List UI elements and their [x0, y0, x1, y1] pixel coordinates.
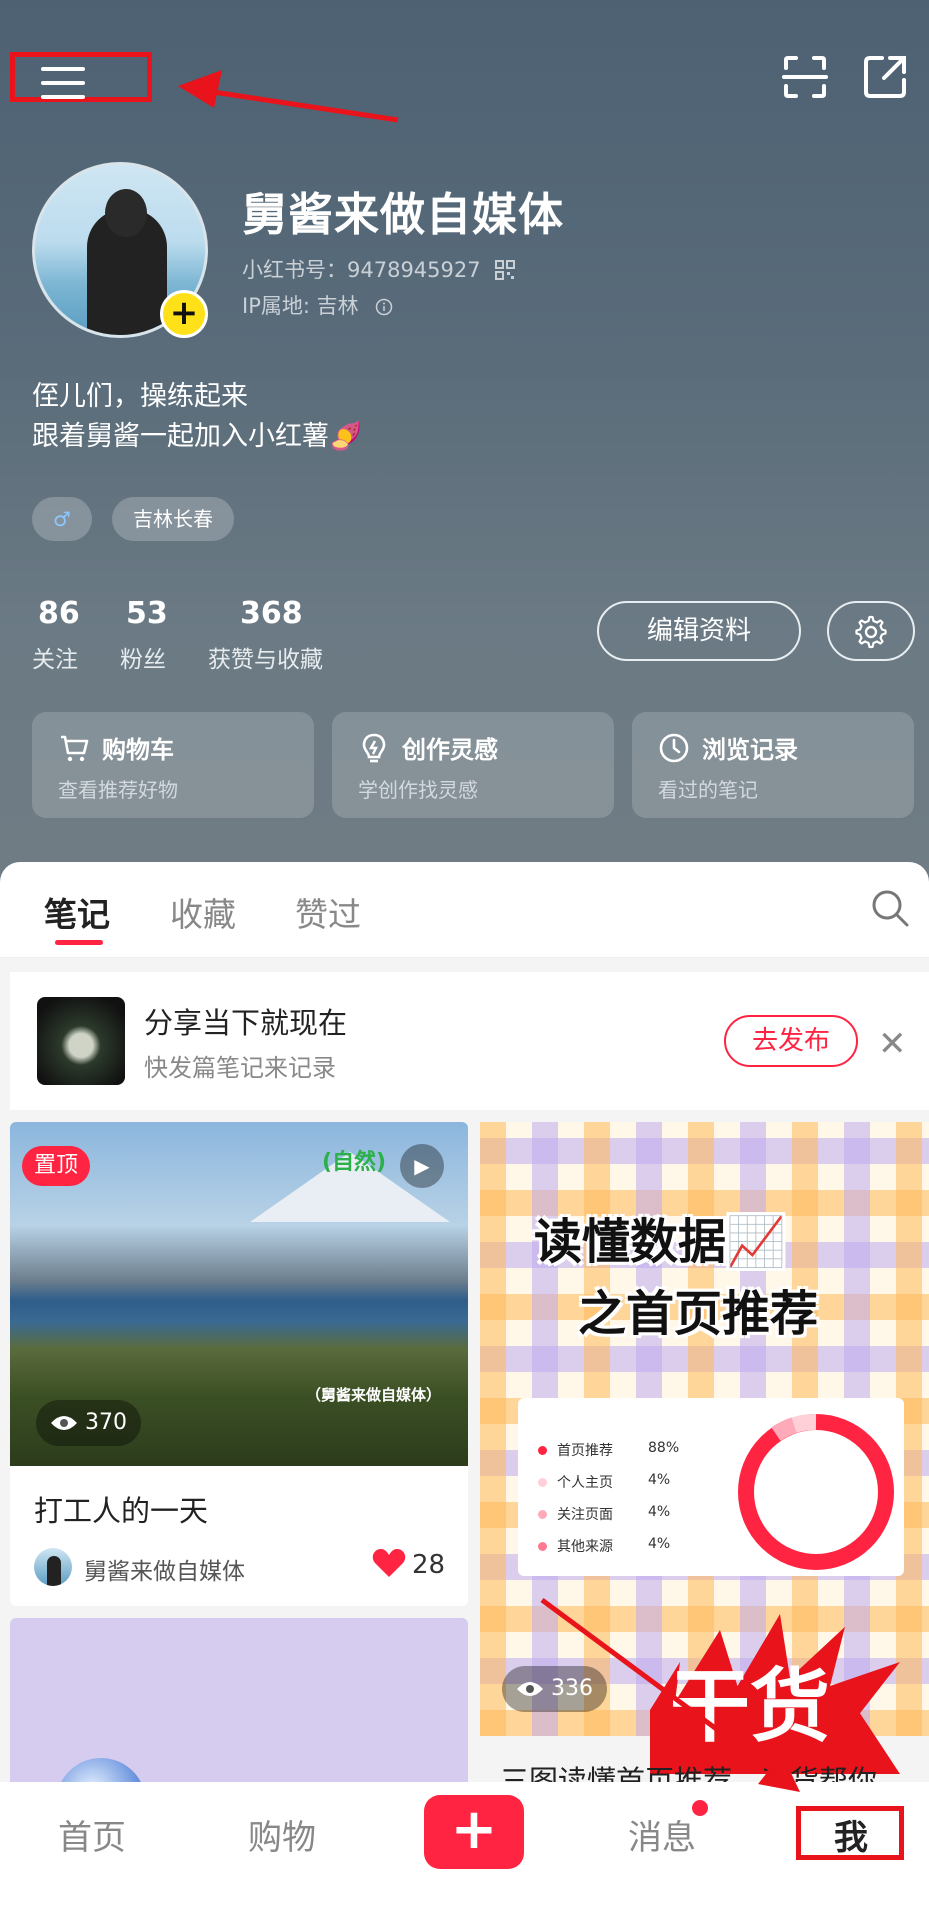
- qrcode-icon[interactable]: [495, 260, 516, 280]
- legend-row: 个人主页 4%: [538, 1472, 670, 1492]
- quick-link-subtitle: 看过的笔记: [658, 778, 758, 802]
- author-avatar: [34, 1548, 72, 1586]
- legend-label: 关注页面: [557, 1507, 613, 1523]
- nav-messages[interactable]: 消息: [628, 1810, 696, 1859]
- quick-link-cart[interactable]: 购物车 查看推荐好物: [32, 712, 314, 818]
- quick-link-inspiration[interactable]: 创作灵感 学创作找灵感: [332, 712, 614, 818]
- location-tag: 吉林长春: [112, 497, 234, 541]
- eye-icon: [51, 1416, 77, 1430]
- publish-button[interactable]: 去发布: [724, 1015, 858, 1067]
- views-badge: 370: [36, 1400, 141, 1446]
- cover-caption: （舅酱来做自媒体）: [306, 1386, 442, 1404]
- clock-icon: [659, 733, 689, 763]
- quick-link-title: 购物车: [102, 736, 174, 764]
- note-title: 打工人的一天: [34, 1494, 209, 1528]
- bio-line-1: 侄儿们，操练起来: [32, 381, 248, 412]
- followers-count[interactable]: 53: [126, 596, 168, 631]
- pinned-badge: 置顶: [22, 1146, 91, 1186]
- views-count: 336: [551, 1676, 593, 1701]
- cart-icon: [61, 735, 89, 762]
- edit-profile-button[interactable]: 编辑资料: [597, 601, 801, 661]
- play-icon: ▶: [400, 1144, 444, 1188]
- legend-row: 关注页面 4%: [538, 1504, 670, 1524]
- likes-collects-label[interactable]: 获赞与收藏: [208, 640, 323, 674]
- username: 舅酱来做自媒体: [242, 188, 565, 241]
- note-card-1[interactable]: (自然) （舅酱来做自媒体）: [10, 1122, 468, 1606]
- legend-row: 首页推荐 88%: [538, 1440, 679, 1460]
- like-count: 28: [412, 1550, 446, 1580]
- nav-home[interactable]: 首页: [58, 1810, 126, 1859]
- legend-label: 首页推荐: [557, 1443, 613, 1459]
- following-count[interactable]: 86: [38, 596, 80, 631]
- views-count: 370: [85, 1410, 127, 1435]
- bulb-icon: [362, 733, 386, 763]
- search-icon[interactable]: [870, 888, 910, 928]
- legend-pct: 4%: [648, 1536, 671, 1552]
- heart-icon[interactable]: [372, 1548, 406, 1578]
- quick-link-title: 创作灵感: [402, 736, 498, 764]
- gear-icon: [855, 615, 887, 649]
- legend-pct: 88%: [648, 1440, 680, 1456]
- donut-chart: [738, 1414, 894, 1570]
- quick-link-title: 浏览记录: [702, 736, 798, 764]
- cover-title-line-1: 读懂数据📈: [534, 1214, 786, 1270]
- create-post-button[interactable]: +: [424, 1795, 524, 1869]
- user-id-label: 小红书号：9478945927: [242, 258, 481, 282]
- add-avatar-plus-icon[interactable]: +: [160, 290, 208, 338]
- tab-liked[interactable]: 赞过: [295, 888, 361, 936]
- active-tab-indicator: [55, 940, 103, 945]
- share-prompt-title: 分享当下就现在: [144, 1006, 348, 1040]
- tab-collections[interactable]: 收藏: [170, 888, 236, 936]
- info-icon[interactable]: [375, 298, 393, 316]
- cover-data-box: 首页推荐 88% 个人主页 4% 关注页面 4% 其他来源 4%: [518, 1398, 904, 1576]
- share-thumbnail: [37, 997, 125, 1085]
- settings-button[interactable]: [827, 601, 915, 661]
- close-icon[interactable]: ✕: [878, 1024, 907, 1064]
- user-id: 小红书号：9478945927: [242, 254, 516, 284]
- eye-icon: [517, 1682, 543, 1696]
- followers-label[interactable]: 粉丝: [120, 640, 166, 674]
- legend-label: 其他来源: [557, 1539, 613, 1555]
- annotation-highlight-box: [796, 1806, 904, 1860]
- gender-tag: ♂: [32, 497, 92, 541]
- likes-collects-count[interactable]: 368: [240, 596, 303, 631]
- nav-shopping[interactable]: 购物: [248, 1810, 316, 1859]
- cover-burst-text: 干货: [670, 1660, 830, 1753]
- ip-location-label: IP属地: 吉林: [242, 294, 359, 318]
- unread-dot: [692, 1800, 708, 1816]
- menu-icon[interactable]: [10, 52, 152, 102]
- share-icon[interactable]: [860, 52, 910, 102]
- views-badge: 336: [502, 1666, 607, 1712]
- following-label[interactable]: 关注: [32, 640, 78, 674]
- tab-notes[interactable]: 笔记: [44, 888, 110, 936]
- quick-link-subtitle: 查看推荐好物: [58, 778, 178, 802]
- quick-link-history[interactable]: 浏览记录 看过的笔记: [632, 712, 914, 818]
- legend-label: 个人主页: [557, 1475, 613, 1491]
- bio-line-2: 跟着舅酱一起加入小红薯🍠: [32, 421, 363, 452]
- share-prompt-subtitle: 快发篇笔记来记录: [144, 1054, 336, 1082]
- note-author: 舅酱来做自媒体: [84, 1559, 245, 1585]
- note-cover-image: 读懂数据📈 之首页推荐 首页推荐 88% 个人主页 4% 关注页面 4% 其他来源 4%…: [480, 1122, 929, 1774]
- scan-icon[interactable]: [780, 52, 830, 102]
- quick-link-subtitle: 学创作找灵感: [358, 778, 478, 802]
- cover-title-line-2: 之首页推荐: [578, 1286, 819, 1342]
- ip-location: IP属地: 吉林: [242, 290, 393, 320]
- legend-pct: 4%: [648, 1504, 671, 1520]
- cover-brand-mark: (自然): [322, 1150, 387, 1175]
- legend-row: 其他来源 4%: [538, 1536, 670, 1556]
- legend-pct: 4%: [648, 1472, 671, 1488]
